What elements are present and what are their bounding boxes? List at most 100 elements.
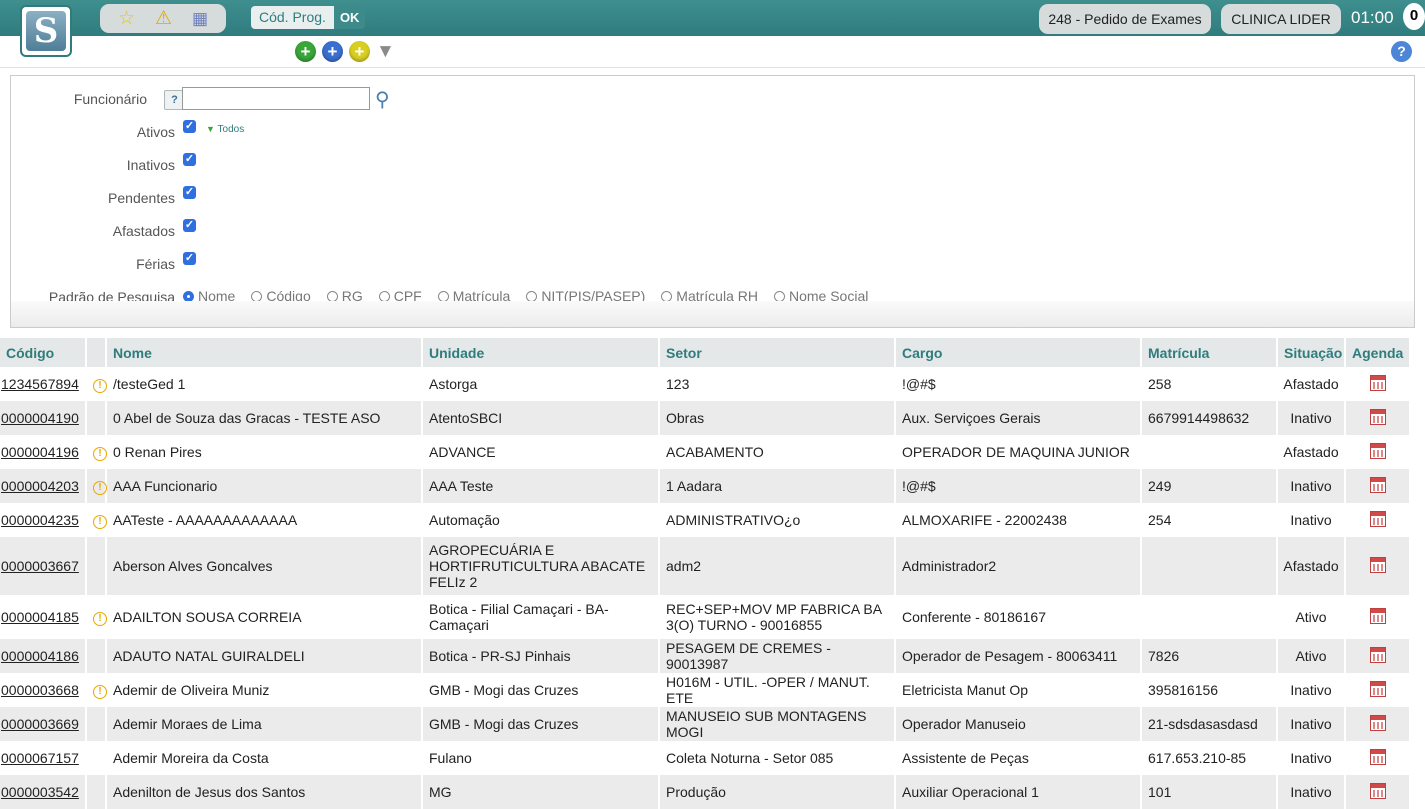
codigo-link[interactable]: 0000003668 [1, 682, 79, 698]
codigo-link[interactable]: 0000004235 [1, 512, 79, 528]
calendar-icon[interactable] [1369, 374, 1386, 391]
table-row[interactable]: 0000004203! AAA Funcionario AAA Teste 1 Aad… [0, 469, 1411, 503]
codigo-link[interactable]: 0000004185 [1, 609, 79, 625]
codigo-link[interactable]: 0000004186 [1, 648, 79, 664]
radio-dot[interactable] [326, 290, 338, 302]
cell-codigo: 0000004186 [0, 639, 87, 673]
cell-nome: AATeste - AAAAAAAAAAAAA [106, 503, 423, 537]
ferias-checkbox[interactable]: ✓ [183, 252, 196, 265]
table-row[interactable]: 0000003667 Aberson Alves Goncalves AGROPEC… [0, 537, 1411, 595]
filter-icon[interactable]: ▼ [376, 41, 395, 62]
codigo-link[interactable]: 0000004196 [1, 444, 79, 460]
cell-codigo: 0000003667 [0, 537, 87, 595]
add-new-icon[interactable]: + [322, 41, 343, 62]
col-header-codigo[interactable]: Código [0, 338, 87, 367]
star-icon[interactable]: ☆ [118, 9, 135, 28]
add-icon[interactable]: + [295, 41, 316, 62]
cell-warning: ! [86, 367, 107, 401]
add-yellow-icon[interactable]: + [349, 41, 370, 62]
radio-dot[interactable] [378, 290, 390, 302]
calendar-icon[interactable] [1369, 510, 1386, 527]
col-header-setor[interactable]: Setor [659, 338, 896, 367]
col-header-nome[interactable]: Nome [106, 338, 423, 367]
inativos-checkbox[interactable]: ✓ [183, 153, 196, 166]
table-row[interactable]: 0000003669 Ademir Moraes de Lima GMB - Mog… [0, 707, 1411, 741]
cell-unidade: ADVANCE [422, 435, 660, 469]
warning-icon[interactable]: ⚠ [155, 9, 172, 28]
funcionario-input[interactable] [182, 87, 370, 110]
warning-icon[interactable]: ! [93, 685, 107, 699]
col-header-unidade[interactable]: Unidade [422, 338, 660, 367]
cell-warning [86, 639, 107, 673]
cell-matricula: 101 [1141, 775, 1278, 809]
program-code-ok-button[interactable]: OK [333, 6, 366, 29]
table-row[interactable]: 0000003668! Ademir de Oliveira Muniz GMB -… [0, 673, 1411, 707]
col-header-agenda[interactable]: Agenda [1345, 338, 1411, 367]
help-icon[interactable]: ? [1391, 41, 1412, 62]
cell-nome: Ademir Moraes de Lima [106, 707, 423, 741]
table-row[interactable]: 0000003542 Adenilton de Jesus dos Santos M… [0, 775, 1411, 809]
calendar-icon[interactable] [1369, 646, 1386, 663]
table-row[interactable]: 1234567894!/testeGed 1 Astorga 123 !@#$ 258 A… [0, 367, 1411, 401]
cell-agenda [1345, 673, 1411, 707]
afastados-checkbox[interactable]: ✓ [183, 219, 196, 232]
codigo-link[interactable]: 1234567894 [1, 376, 79, 392]
calendar-icon[interactable]: ▦ [192, 10, 208, 27]
table-row[interactable]: 0000004190 0 Abel de Souza das Gracas - T… [0, 401, 1411, 435]
cell-cargo: Assistente de Peças [895, 741, 1142, 775]
radio-dot[interactable] [251, 290, 263, 302]
codigo-link[interactable]: 0000004203 [1, 478, 79, 494]
session-clock: 01:00 [1351, 8, 1394, 27]
calendar-icon[interactable] [1369, 556, 1386, 573]
warning-icon[interactable]: ! [93, 481, 107, 495]
col-header-cargo[interactable]: Cargo [895, 338, 1142, 367]
radio-dot[interactable] [773, 290, 785, 302]
calendar-icon[interactable] [1369, 476, 1386, 493]
codigo-link[interactable]: 0000067157 [1, 750, 79, 766]
calendar-icon[interactable] [1369, 748, 1386, 765]
col-header-situacao[interactable]: Situação [1277, 338, 1346, 367]
codigo-link[interactable]: 0000003667 [1, 558, 79, 574]
calendar-icon[interactable] [1369, 607, 1386, 624]
calendar-icon[interactable] [1369, 680, 1386, 697]
warning-icon[interactable]: ! [93, 447, 107, 461]
pendentes-checkbox[interactable]: ✓ [183, 186, 196, 199]
todos-label: Todos [217, 124, 245, 135]
notification-badge[interactable]: 0 [1403, 3, 1425, 30]
radio-dot[interactable] [183, 290, 194, 302]
radio-dot[interactable] [437, 290, 449, 302]
cell-cargo: Administrador2 [895, 537, 1142, 595]
todos-link[interactable]: ▼ Todos [206, 124, 244, 135]
radio-dot[interactable] [661, 290, 673, 302]
codigo-link[interactable]: 0000003542 [1, 784, 79, 800]
ativos-checkbox[interactable]: ✓ [183, 120, 196, 133]
col-header-matricula[interactable]: Matrícula [1141, 338, 1278, 367]
table-row[interactable]: 0000004185! ADAILTON SOUSA CORREIA Botica … [0, 595, 1411, 639]
table-row[interactable]: 0000004196! 0 Renan Pires ADVANCE ACABAMENT… [0, 435, 1411, 469]
calendar-icon[interactable] [1369, 408, 1386, 425]
cell-matricula: 249 [1141, 469, 1278, 503]
table-row[interactable]: 0000004186 ADAUTO NATAL GUIRALDELI Botica … [0, 639, 1411, 673]
search-icon[interactable]: ⚲ [375, 87, 390, 112]
cell-matricula: 21-sdsdasasdasd [1141, 707, 1278, 741]
warning-icon[interactable]: ! [93, 515, 107, 529]
radio-dot[interactable] [526, 290, 538, 302]
cell-agenda [1345, 775, 1411, 809]
codigo-link[interactable]: 0000003669 [1, 716, 79, 732]
shortcut-group: ☆ ⚠ ▦ [100, 4, 226, 33]
warning-icon[interactable]: ! [93, 612, 107, 626]
codigo-link[interactable]: 0000004190 [1, 410, 79, 426]
warning-icon[interactable]: ! [93, 379, 107, 393]
cell-setor: ADMINISTRATIVO¿o [659, 503, 896, 537]
calendar-icon[interactable] [1369, 442, 1386, 459]
current-program-pill[interactable]: 248 - Pedido de Exames [1039, 4, 1211, 34]
cell-agenda [1345, 707, 1411, 741]
cell-codigo: 0000003669 [0, 707, 87, 741]
table-row[interactable]: 0000067157 Ademir Moreira da Costa Fulano C… [0, 741, 1411, 775]
program-code-input[interactable]: Cód. Prog. [251, 6, 334, 29]
clinic-pill[interactable]: CLINICA LIDER [1221, 4, 1341, 34]
app-logo[interactable]: S [20, 5, 72, 57]
table-row[interactable]: 0000004235! AATeste - AAAAAAAAAAAAA Automa… [0, 503, 1411, 537]
calendar-icon[interactable] [1369, 782, 1386, 799]
calendar-icon[interactable] [1369, 714, 1386, 731]
